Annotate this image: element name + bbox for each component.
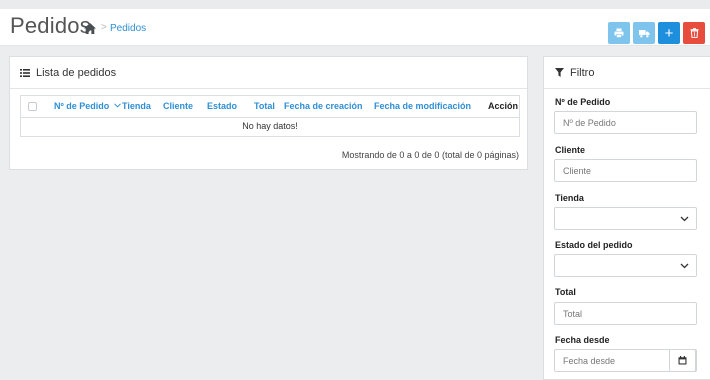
column-total[interactable]: Total [254, 101, 275, 111]
orders-panel-header: Lista de pedidos [10, 57, 527, 89]
column-customer[interactable]: Cliente [163, 101, 193, 111]
total-label: Total [555, 287, 576, 297]
column-modified-date[interactable]: Fecha de modificación [374, 101, 471, 111]
column-store[interactable]: Tienda [122, 101, 151, 111]
top-strip [0, 0, 710, 9]
column-status[interactable]: Estado [207, 101, 237, 111]
plus-icon: + [664, 24, 674, 42]
pagination-info: Mostrando de 0 a 0 de 0 (total de 0 pági… [341, 150, 519, 160]
breadcrumb-current[interactable]: Pedidos [110, 23, 146, 34]
date-from-input[interactable]: Fecha desde [554, 349, 697, 372]
column-created-date[interactable]: Fecha de creación [284, 101, 363, 111]
order-number-input[interactable]: Nº de Pedido [554, 111, 697, 134]
truck-icon [638, 29, 650, 37]
date-picker-button[interactable] [669, 349, 696, 372]
date-from-label: Fecha desde [555, 335, 610, 345]
order-number-label: Nº de Pedido [555, 97, 611, 107]
page-title: Pedidos [10, 13, 91, 38]
chevron-down-icon [113, 103, 121, 108]
add-button[interactable]: + [658, 22, 680, 44]
delete-button[interactable] [683, 22, 705, 44]
calendar-icon [678, 356, 687, 365]
orders-panel: Lista de pedidos Nº de Pedido Tienda Cli… [9, 56, 528, 170]
orders-panel-title: Lista de pedidos [36, 66, 117, 79]
funnel-icon [555, 68, 564, 77]
store-label: Tienda [555, 193, 584, 203]
home-icon[interactable] [83, 22, 97, 35]
list-icon [20, 68, 30, 77]
filter-panel: Filtro Nº de Pedido Nº de Pedido Cliente… [543, 56, 710, 380]
orders-table: Nº de Pedido Tienda Cliente Estado Total… [20, 95, 520, 137]
chevron-down-icon [680, 216, 689, 222]
select-all-checkbox[interactable] [28, 102, 37, 111]
total-input[interactable]: Total [554, 302, 697, 325]
customer-input[interactable]: Cliente [554, 159, 697, 182]
filter-panel-title: Filtro [570, 66, 595, 79]
store-select[interactable] [554, 207, 697, 230]
column-action: Acción [488, 101, 519, 111]
order-status-label: Estado del pedido [555, 240, 633, 250]
chevron-down-icon [680, 263, 689, 269]
column-order-number[interactable]: Nº de Pedido [54, 101, 121, 111]
table-header: Nº de Pedido Tienda Cliente Estado Total… [21, 96, 519, 118]
customer-label: Cliente [555, 145, 586, 155]
filter-panel-header: Filtro [544, 57, 710, 89]
page-header: Pedidos > Pedidos + [0, 9, 710, 46]
empty-table-message: No hay datos! [242, 121, 298, 131]
breadcrumb-separator-icon: > [101, 22, 107, 33]
print-button[interactable] [608, 22, 630, 44]
order-status-select[interactable] [554, 254, 697, 277]
trash-icon [690, 28, 698, 38]
ship-button[interactable] [633, 22, 655, 44]
print-icon [614, 28, 624, 38]
